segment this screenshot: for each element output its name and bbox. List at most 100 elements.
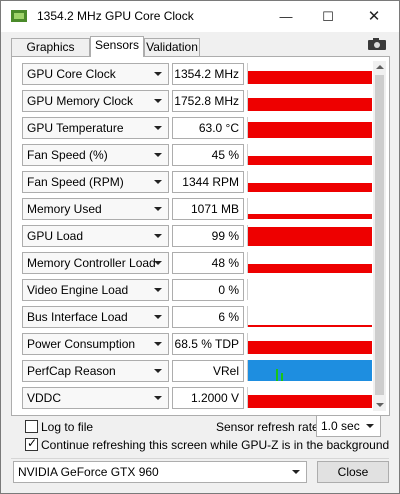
sensor-graph — [247, 306, 372, 327]
sensor-value-box: 99 % — [172, 225, 244, 247]
chevron-down-icon — [154, 342, 162, 346]
sensor-value: 1752.8 MHz — [174, 94, 239, 108]
chevron-down-icon — [154, 126, 162, 130]
sensor-value: 63.0 °C — [198, 121, 239, 135]
sensor-label: Memory Used — [27, 202, 102, 216]
sensor-graph — [247, 144, 372, 165]
sensor-row: Fan Speed (RPM) 1344 RPM — [22, 171, 374, 193]
sensor-label-dropdown[interactable]: Memory Used — [22, 198, 169, 220]
gpuz-window: 1354.2 MHz GPU Core Clock — ☐ ✕ Graphics… — [0, 0, 400, 494]
sensor-graph — [247, 387, 372, 408]
scroll-up-arrow-icon[interactable] — [376, 65, 384, 69]
sensor-graph — [247, 198, 372, 219]
sensor-value: 0 % — [218, 283, 239, 297]
sensor-label-dropdown[interactable]: Fan Speed (RPM) — [22, 171, 169, 193]
sensor-row: Power Consumption 68.5 % TDP — [22, 333, 374, 355]
sensor-label-dropdown[interactable]: GPU Load — [22, 225, 169, 247]
graph-fill — [248, 156, 372, 165]
sensor-row: Video Engine Load 0 % — [22, 279, 374, 301]
sensor-value: 68.5 % TDP — [174, 337, 239, 351]
sensor-label: GPU Core Clock — [27, 67, 116, 81]
chevron-down-icon — [292, 470, 300, 474]
sensor-label: GPU Memory Clock — [27, 94, 134, 108]
sensor-value: VRel — [212, 364, 239, 378]
camera-icon[interactable] — [367, 37, 387, 51]
sensor-label: Fan Speed (RPM) — [27, 175, 124, 189]
sensor-value-box: 1752.8 MHz — [172, 90, 244, 112]
refresh-rate-select[interactable]: 1.0 sec — [316, 415, 381, 437]
sensor-value-box: 1344 RPM — [172, 171, 244, 193]
divider — [11, 458, 389, 459]
sensor-row: Bus Interface Load 6 % — [22, 306, 374, 328]
sensor-value-box: 68.5 % TDP — [172, 333, 244, 355]
sensor-value-box: 6 % — [172, 306, 244, 328]
sensor-graph — [247, 252, 372, 273]
gpuz-logo-icon — [11, 10, 27, 22]
sensor-label: GPU Temperature — [27, 121, 124, 135]
chevron-down-icon — [366, 424, 374, 428]
chevron-down-icon — [154, 315, 162, 319]
sensor-value: 48 % — [211, 256, 239, 270]
chevron-down-icon — [154, 261, 162, 265]
sensor-label-dropdown[interactable]: Power Consumption — [22, 333, 169, 355]
gpu-select[interactable]: NVIDIA GeForce GTX 960 — [13, 461, 307, 483]
log-to-file-checkbox[interactable] — [25, 420, 38, 433]
sensor-value: 45 % — [211, 148, 239, 162]
sensor-value: 1071 MB — [190, 202, 239, 216]
refresh-rate-label: Sensor refresh rate: — [216, 420, 323, 434]
sensor-label: GPU Load — [27, 229, 84, 243]
sensor-scrollbar[interactable] — [373, 61, 386, 411]
minimize-button[interactable]: — — [263, 1, 309, 32]
sensor-value-box: 48 % — [172, 252, 244, 274]
chevron-down-icon — [154, 234, 162, 238]
sensor-value-box: 45 % — [172, 144, 244, 166]
sensor-row: GPU Memory Clock 1752.8 MHz — [22, 90, 374, 112]
graph-fill — [248, 395, 372, 408]
continue-refresh-label: Continue refreshing this screen while GP… — [41, 438, 390, 452]
tab-validation[interactable]: Validation — [144, 38, 200, 57]
refresh-rate-value: 1.0 sec — [321, 419, 360, 433]
perfcap-marker — [276, 369, 278, 381]
tab-sensors[interactable]: Sensors — [90, 36, 144, 57]
sensor-label-dropdown[interactable]: PerfCap Reason — [22, 360, 169, 382]
close-button[interactable]: Close — [317, 461, 389, 483]
sensor-label: Memory Controller Load — [27, 256, 156, 270]
sensor-value-box: 0 % — [172, 279, 244, 301]
checkmark-icon: ✓ — [27, 436, 38, 450]
tab-graphics-card[interactable]: Graphics Card — [11, 38, 90, 71]
sensor-row: GPU Temperature 63.0 °C — [22, 117, 374, 139]
sensor-graph — [247, 333, 372, 354]
sensor-row: Fan Speed (%) 45 % — [22, 144, 374, 166]
sensor-label-dropdown[interactable]: VDDC — [22, 387, 169, 409]
maximize-button[interactable]: ☐ — [305, 1, 351, 32]
sensor-label-dropdown[interactable]: GPU Memory Clock — [22, 90, 169, 112]
sensor-label: VDDC — [27, 391, 62, 405]
continue-refresh-checkbox[interactable]: ✓ — [25, 436, 38, 451]
sensor-graph — [247, 225, 372, 246]
sensor-label-dropdown[interactable]: Video Engine Load — [22, 279, 169, 301]
sensor-label: Fan Speed (%) — [27, 148, 108, 162]
sensor-label: Video Engine Load — [27, 283, 129, 297]
sensor-label: PerfCap Reason — [27, 364, 116, 378]
log-to-file-label: Log to file — [41, 420, 94, 434]
gpu-select-value: NVIDIA GeForce GTX 960 — [18, 465, 159, 479]
sensor-label-dropdown[interactable]: Bus Interface Load — [22, 306, 169, 328]
sensor-row: PerfCap Reason VRel — [22, 360, 374, 382]
sensor-row: Memory Controller Load 48 % — [22, 252, 374, 274]
chevron-down-icon — [154, 288, 162, 292]
sensor-label-dropdown[interactable]: Fan Speed (%) — [22, 144, 169, 166]
sensor-value: 99 % — [211, 229, 239, 243]
sensor-label-dropdown[interactable]: GPU Core Clock — [22, 63, 169, 85]
sensor-row: MAXGPU Load99 % — [22, 225, 374, 247]
sensor-label-dropdown[interactable]: GPU Temperature — [22, 117, 169, 139]
sensor-row: GPU Core Clock 1354.2 MHz — [22, 63, 374, 85]
sensor-value-box: 1071 MB — [172, 198, 244, 220]
sensor-value: 1354.2 MHz — [174, 67, 239, 81]
sensor-graph — [247, 63, 372, 84]
scroll-down-arrow-icon[interactable] — [376, 403, 384, 407]
sensor-label-dropdown[interactable]: Memory Controller Load — [22, 252, 169, 274]
close-window-button[interactable]: ✕ — [351, 1, 397, 32]
chevron-down-icon — [154, 369, 162, 373]
scrollbar-thumb[interactable] — [375, 75, 384, 395]
graph-fill — [248, 227, 372, 246]
